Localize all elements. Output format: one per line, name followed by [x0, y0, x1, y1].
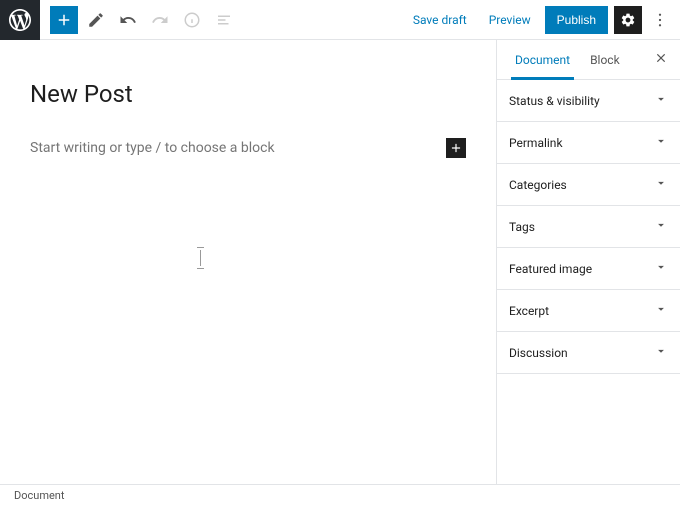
pencil-icon — [87, 11, 105, 29]
chevron-down-icon — [654, 176, 668, 193]
panel-categories[interactable]: Categories — [497, 164, 680, 206]
toolbar-left — [40, 6, 238, 34]
redo-button[interactable] — [146, 6, 174, 34]
close-sidebar-button[interactable] — [650, 46, 672, 73]
save-draft-button[interactable]: Save draft — [405, 7, 475, 33]
undo-icon — [119, 11, 137, 29]
tab-block[interactable]: Block — [580, 41, 630, 79]
panel-label: Discussion — [509, 346, 568, 360]
panel-discussion[interactable]: Discussion — [497, 332, 680, 374]
panel-status-visibility[interactable]: Status & visibility — [497, 80, 680, 122]
panel-label: Featured image — [509, 262, 592, 276]
add-block-button[interactable] — [50, 6, 78, 34]
panel-tags[interactable]: Tags — [497, 206, 680, 248]
settings-button[interactable] — [614, 6, 642, 34]
publish-button[interactable]: Publish — [545, 6, 608, 34]
settings-sidebar: Document Block Status & visibility Perma… — [496, 40, 680, 484]
chevron-down-icon — [654, 302, 668, 319]
main-area: New Post Start writing or type / to choo… — [0, 40, 680, 484]
breadcrumb-item[interactable]: Document — [14, 489, 64, 502]
chevron-down-icon — [654, 260, 668, 277]
panel-label: Excerpt — [509, 304, 549, 318]
close-icon — [654, 51, 668, 65]
inline-add-button[interactable] — [446, 138, 466, 158]
edit-mode-button[interactable] — [82, 6, 110, 34]
post-title[interactable]: New Post — [30, 80, 466, 108]
panel-permalink[interactable]: Permalink — [497, 122, 680, 164]
preview-button[interactable]: Preview — [481, 7, 539, 33]
panel-label: Categories — [509, 178, 567, 192]
wordpress-logo[interactable] — [0, 0, 40, 40]
undo-button[interactable] — [114, 6, 142, 34]
list-icon — [215, 11, 233, 29]
footer-breadcrumb: Document — [0, 484, 680, 506]
toolbar-right: Save draft Preview Publish — [405, 6, 680, 34]
kebab-icon — [651, 11, 669, 29]
chevron-down-icon — [654, 134, 668, 151]
plus-icon — [55, 11, 73, 29]
info-button[interactable] — [178, 6, 206, 34]
redo-icon — [151, 11, 169, 29]
gear-icon — [620, 12, 636, 28]
outline-button[interactable] — [210, 6, 238, 34]
info-icon — [183, 11, 201, 29]
wordpress-icon — [9, 9, 31, 31]
chevron-down-icon — [654, 344, 668, 361]
panel-label: Tags — [509, 220, 535, 234]
panel-label: Status & visibility — [509, 94, 600, 108]
chevron-down-icon — [654, 218, 668, 235]
chevron-down-icon — [654, 92, 668, 109]
sidebar-tabs: Document Block — [497, 40, 680, 80]
panel-featured-image[interactable]: Featured image — [497, 248, 680, 290]
block-placeholder[interactable]: Start writing or type / to choose a bloc… — [30, 138, 466, 158]
tab-document[interactable]: Document — [505, 41, 580, 79]
panel-excerpt[interactable]: Excerpt — [497, 290, 680, 332]
editor-canvas[interactable]: New Post Start writing or type / to choo… — [0, 40, 496, 484]
placeholder-text: Start writing or type / to choose a bloc… — [30, 140, 446, 156]
plus-icon — [449, 141, 463, 155]
more-menu-button[interactable] — [648, 6, 672, 34]
panel-label: Permalink — [509, 136, 563, 150]
topbar: Save draft Preview Publish — [0, 0, 680, 40]
text-cursor-icon — [200, 250, 201, 266]
